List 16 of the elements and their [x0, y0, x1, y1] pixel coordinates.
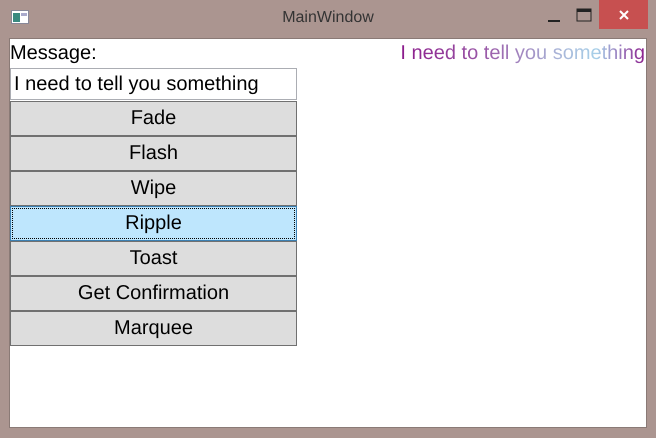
close-icon: [618, 8, 630, 20]
action-button[interactable]: Toast: [10, 241, 297, 276]
minimize-icon: [548, 20, 560, 22]
app-icon: [11, 10, 29, 24]
animated-message: I need to tell you something: [400, 42, 646, 65]
action-button[interactable]: Marquee: [10, 311, 297, 346]
action-button[interactable]: Get Confirmation: [10, 276, 297, 311]
action-button[interactable]: Ripple: [10, 206, 297, 241]
message-field[interactable]: I need to tell you something: [10, 68, 297, 100]
action-button[interactable]: Wipe: [10, 171, 297, 206]
action-button[interactable]: Fade: [10, 101, 297, 136]
message-label: Message:: [10, 42, 97, 65]
action-button[interactable]: Flash: [10, 136, 297, 171]
close-button[interactable]: [599, 0, 648, 29]
window-title: MainWindow: [282, 9, 374, 27]
maximize-icon: [576, 8, 592, 22]
